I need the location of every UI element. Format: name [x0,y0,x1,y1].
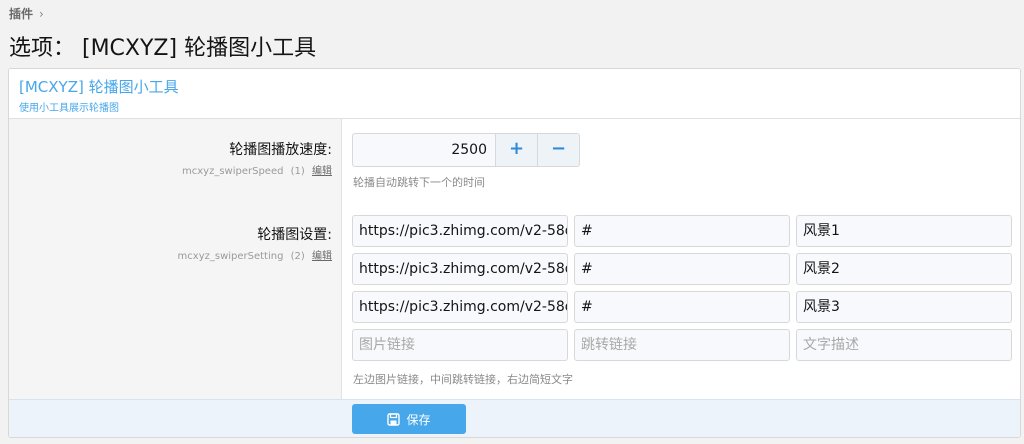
jump-link-input-1[interactable]: # [574,215,790,247]
setting-hint: mcxyz_swiperSetting (2) 编辑 [178,247,332,262]
image-link-input-3[interactable]: https://pic3.zhimg.com/v2-58d65 [352,291,568,323]
jump-link-input-2[interactable]: # [574,253,790,285]
text-desc-input-new[interactable]: 文字描述 [796,329,1012,361]
speed-stepper: 2500 + − [352,133,580,167]
speed-key: mcxyz_swiperSpeed [182,166,284,177]
chevron-right-icon: › [39,6,44,21]
speed-label-group: 轮播图播放速度: mcxyz_swiperSpeed (1) 编辑 [182,139,332,177]
page-title: 选项： [MCXYZ] 轮播图小工具 [9,36,317,61]
image-link-input-2[interactable]: https://pic3.zhimg.com/v2-58d65 [352,253,568,285]
save-label: 保存 [406,412,431,427]
option-rows: 轮播图播放速度: mcxyz_swiperSpeed (1) 编辑 轮播图设置:… [9,119,1020,400]
minus-icon[interactable]: − [538,133,580,167]
options-block: [MCXYZ] 轮播图小工具 使用小工具展示轮播图 轮播图播放速度: mcxyz… [8,68,1021,438]
save-icon [387,412,401,426]
text-desc-input-3[interactable]: 风景3 [796,291,1012,323]
breadcrumb-item-plugins[interactable]: 插件 [9,5,33,22]
setting-key: mcxyz_swiperSetting [177,251,284,262]
jump-link-input-3[interactable]: # [574,291,790,323]
save-button[interactable]: 保存 [352,404,466,434]
jump-link-input-new[interactable]: 跳转链接 [574,329,790,361]
text-desc-input-2[interactable]: 风景2 [796,253,1012,285]
block-description: 使用小工具展示轮播图 [19,103,119,114]
setting-explain: 左边图片链接，中间跳转链接，右边简短文字 [353,373,573,386]
speed-order: (1) [290,166,305,177]
image-link-input-1[interactable]: https://pic3.zhimg.com/v2-58d65 [352,215,568,247]
speed-edit-link[interactable]: 编辑 [312,166,332,177]
breadcrumb: 插件 › [9,5,44,22]
setting-order: (2) [290,251,305,262]
text-desc-input-1[interactable]: 风景1 [796,215,1012,247]
speed-label: 轮播图播放速度: [229,142,332,158]
block-header: [MCXYZ] 轮播图小工具 使用小工具展示轮播图 [9,69,1020,119]
speed-explain: 轮播自动跳转下一个的时间 [353,176,485,189]
setting-label-group: 轮播图设置: mcxyz_swiperSetting (2) 编辑 [178,224,332,262]
plus-icon[interactable]: + [496,133,538,167]
speed-hint: mcxyz_swiperSpeed (1) 编辑 [182,162,332,177]
speed-input[interactable]: 2500 [352,133,496,167]
label-column: 轮播图播放速度: mcxyz_swiperSpeed (1) 编辑 轮播图设置:… [9,119,342,400]
image-link-input-new[interactable]: 图片链接 [352,329,568,361]
block-title: [MCXYZ] 轮播图小工具 [19,78,179,96]
setting-label: 轮播图设置: [257,227,332,243]
setting-edit-link[interactable]: 编辑 [312,251,332,262]
form-footer: 保存 [9,399,1020,437]
